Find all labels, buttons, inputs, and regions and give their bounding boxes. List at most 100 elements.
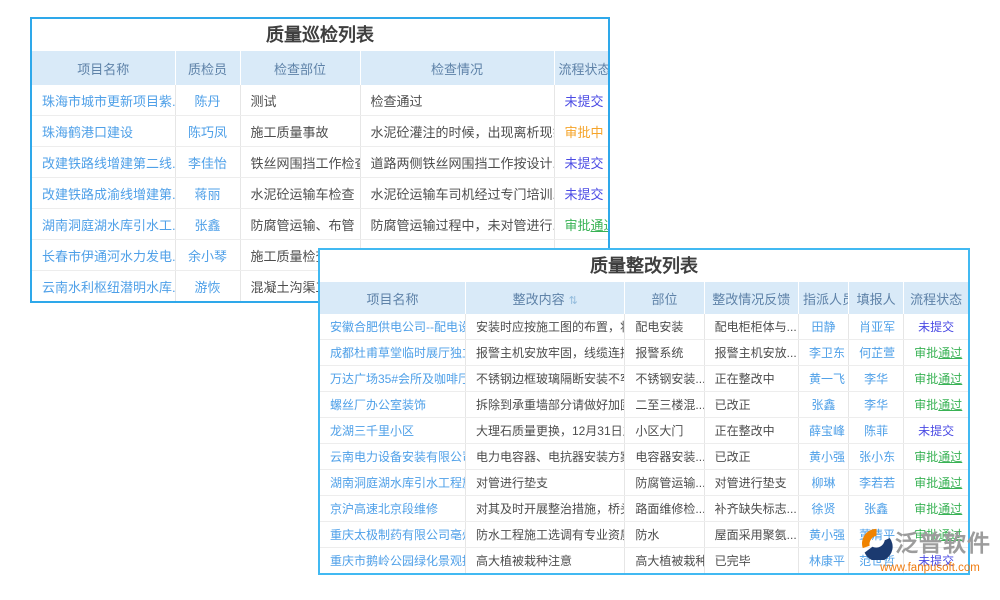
reporter-link[interactable]: 张小东 — [849, 444, 904, 470]
table-row: 湖南洞庭湖水库引水工...张鑫防腐管运输、布管防腐管运输过程中，未对管进行...… — [32, 209, 608, 240]
project-name-link[interactable]: 龙湖三千里小区 — [320, 418, 465, 444]
status-badge: 审批通过 — [904, 470, 968, 496]
feedback-cell: 正在整改中 — [704, 366, 798, 392]
project-name-link[interactable]: 云南水利枢纽潜明水库... — [32, 271, 175, 302]
reporter-link[interactable]: 李华 — [849, 392, 904, 418]
part-cell: 二至三楼混... — [625, 392, 704, 418]
table-row: 成都杜甫草堂临时展厅独立展...报警主机安放牢固，线缆连接...报警系统报警主机… — [320, 340, 968, 366]
status-badge: 未提交 — [554, 85, 608, 116]
rectify-content-cell: 不锈钢边框玻璃隔断安装不牢... — [465, 366, 624, 392]
col-part: 部位 — [625, 282, 704, 314]
status-badge: 未提交 — [554, 178, 608, 209]
inspector-link[interactable]: 陈巧凤 — [175, 116, 240, 147]
inspection-part-cell: 测试 — [240, 85, 360, 116]
inspection-situation-cell: 水泥砼运输车司机经过专门培训... — [360, 178, 554, 209]
fanpu-logo-text: 泛普软件 — [895, 532, 991, 555]
col-project-name: 项目名称 — [320, 282, 465, 314]
project-name-link[interactable]: 重庆太极制药有限公司亳州中... — [320, 522, 465, 548]
reporter-link[interactable]: 何芷萱 — [849, 340, 904, 366]
table-row: 安徽合肥供电公司--配电设备...安装时应按施工图的布置，将...配电安装配电柜… — [320, 314, 968, 340]
project-name-link[interactable]: 安徽合肥供电公司--配电设备... — [320, 314, 465, 340]
table-row: 云南电力设备安装有限公司20...电力电容器、电抗器安装方案,...电容器安装.… — [320, 444, 968, 470]
table-row: 改建铁路成渝线增建第...蒋丽水泥砼运输车检查水泥砼运输车司机经过专门培训...… — [32, 178, 608, 209]
project-name-link[interactable]: 成都杜甫草堂临时展厅独立展... — [320, 340, 465, 366]
col-flow-status: 流程状态 — [904, 282, 968, 314]
col-flow-status: 流程状态 — [554, 51, 608, 85]
project-name-link[interactable]: 珠海市城市更新项目紫... — [32, 85, 175, 116]
fanpu-logo: 泛普软件 www.fanpusoft.com — [860, 527, 1000, 575]
project-name-link[interactable]: 改建铁路成渝线增建第... — [32, 178, 175, 209]
reporter-link[interactable]: 陈菲 — [849, 418, 904, 444]
assignee-link[interactable]: 柳琳 — [798, 470, 848, 496]
rectify-content-cell: 电力电容器、电抗器安装方案,... — [465, 444, 624, 470]
part-cell: 小区大门 — [625, 418, 704, 444]
project-name-link[interactable]: 万达广场35#会所及咖啡厅空... — [320, 366, 465, 392]
feedback-cell: 对管进行垫支 — [704, 470, 798, 496]
assignee-link[interactable]: 林康平 — [798, 548, 848, 574]
project-name-link[interactable]: 珠海鹤港口建设 — [32, 116, 175, 147]
project-name-link[interactable]: 螺丝厂办公室装饰 — [320, 392, 465, 418]
part-cell: 电容器安装... — [625, 444, 704, 470]
assignee-link[interactable]: 薛宝峰 — [798, 418, 848, 444]
inspector-link[interactable]: 蒋丽 — [175, 178, 240, 209]
assignee-link[interactable]: 黄小强 — [798, 522, 848, 548]
feedback-cell: 配电柜柜体与... — [704, 314, 798, 340]
project-name-link[interactable]: 重庆市鹅岭公园绿化景观提升... — [320, 548, 465, 574]
rectify-content-cell: 大理石质量更换，12月31日之... — [465, 418, 624, 444]
feedback-cell: 已改正 — [704, 444, 798, 470]
inspection-situation-cell: 防腐管运输过程中，未对管进行... — [360, 209, 554, 240]
table-row: 龙湖三千里小区大理石质量更换，12月31日之...小区大门正在整改中薛宝峰陈菲未… — [320, 418, 968, 444]
feedback-cell: 报警主机安放... — [704, 340, 798, 366]
reporter-link[interactable]: 张鑫 — [849, 496, 904, 522]
table-row: 改建铁路线增建第二线...李佳怡铁丝网围挡工作检查道路两侧铁丝网围挡工作按设计.… — [32, 147, 608, 178]
inspection-situation-cell: 道路两侧铁丝网围挡工作按设计... — [360, 147, 554, 178]
project-name-link[interactable]: 长春市伊通河水力发电... — [32, 240, 175, 271]
inspector-link[interactable]: 陈丹 — [175, 85, 240, 116]
table-row: 万达广场35#会所及咖啡厅空...不锈钢边框玻璃隔断安装不牢...不锈钢安装..… — [320, 366, 968, 392]
rectify-content-cell: 防水工程施工选调有专业资质... — [465, 522, 624, 548]
status-badge: 审批通过 — [904, 366, 968, 392]
assignee-link[interactable]: 徐贤 — [798, 496, 848, 522]
inspection-part-cell: 水泥砼运输车检查 — [240, 178, 360, 209]
inspector-link[interactable]: 张鑫 — [175, 209, 240, 240]
inspector-link[interactable]: 李佳怡 — [175, 147, 240, 178]
rectify-content-cell: 对管进行垫支 — [465, 470, 624, 496]
part-cell: 报警系统 — [625, 340, 704, 366]
status-badge: 审批通过 — [904, 496, 968, 522]
page: 质量巡检列表 项目名称质检员检查部位检查情况流程状态 珠海市城市更新项目紫...… — [0, 0, 1000, 600]
assignee-link[interactable]: 黄小强 — [798, 444, 848, 470]
table-row: 珠海鹤港口建设陈巧凤施工质量事故水泥砼灌注的时候，出现离析现象审批中 — [32, 116, 608, 147]
reporter-link[interactable]: 李华 — [849, 366, 904, 392]
assignee-link[interactable]: 张鑫 — [798, 392, 848, 418]
project-name-link[interactable]: 云南电力设备安装有限公司20... — [320, 444, 465, 470]
rectification-list-panel: 质量整改列表 项目名称整改内容⇅部位整改情况反馈指派人员填报人流程状态 安徽合肥… — [318, 248, 970, 575]
col-assignee: 指派人员 — [798, 282, 848, 314]
assignee-link[interactable]: 李卫东 — [798, 340, 848, 366]
inspection-part-cell: 防腐管运输、布管 — [240, 209, 360, 240]
part-cell: 防腐管运输... — [625, 470, 704, 496]
project-name-link[interactable]: 湖南洞庭湖水库引水工程施工标 — [320, 470, 465, 496]
fanpu-logo-url[interactable]: www.fanpusoft.com — [860, 563, 1000, 575]
reporter-link[interactable]: 肖亚军 — [849, 314, 904, 340]
rectification-table-header-row: 项目名称整改内容⇅部位整改情况反馈指派人员填报人流程状态 — [320, 282, 968, 314]
col-rectify-content[interactable]: 整改内容⇅ — [465, 282, 624, 314]
inspector-link[interactable]: 游恢 — [175, 271, 240, 302]
project-name-link[interactable]: 湖南洞庭湖水库引水工... — [32, 209, 175, 240]
project-name-link[interactable]: 京沪高速北京段维修 — [320, 496, 465, 522]
project-name-link[interactable]: 改建铁路线增建第二线... — [32, 147, 175, 178]
inspector-link[interactable]: 余小琴 — [175, 240, 240, 271]
assignee-link[interactable]: 黄一飞 — [798, 366, 848, 392]
table-row: 京沪高速北京段维修对其及时开展整治措施，桥头...路面维修检...补齐缺失标志.… — [320, 496, 968, 522]
sort-icon[interactable]: ⇅ — [569, 295, 578, 307]
feedback-cell: 正在整改中 — [704, 418, 798, 444]
reporter-link[interactable]: 李若若 — [849, 470, 904, 496]
col-inspection-situation: 检查情况 — [360, 51, 554, 85]
status-badge: 未提交 — [904, 314, 968, 340]
col-inspector: 质检员 — [175, 51, 240, 85]
rectify-content-cell: 安装时应按施工图的布置，将... — [465, 314, 624, 340]
feedback-cell: 屋面采用聚氨... — [704, 522, 798, 548]
part-cell: 高大植被栽种 — [625, 548, 704, 574]
rectify-content-cell: 报警主机安放牢固，线缆连接... — [465, 340, 624, 366]
inspection-table-header-row: 项目名称质检员检查部位检查情况流程状态 — [32, 51, 608, 85]
assignee-link[interactable]: 田静 — [798, 314, 848, 340]
